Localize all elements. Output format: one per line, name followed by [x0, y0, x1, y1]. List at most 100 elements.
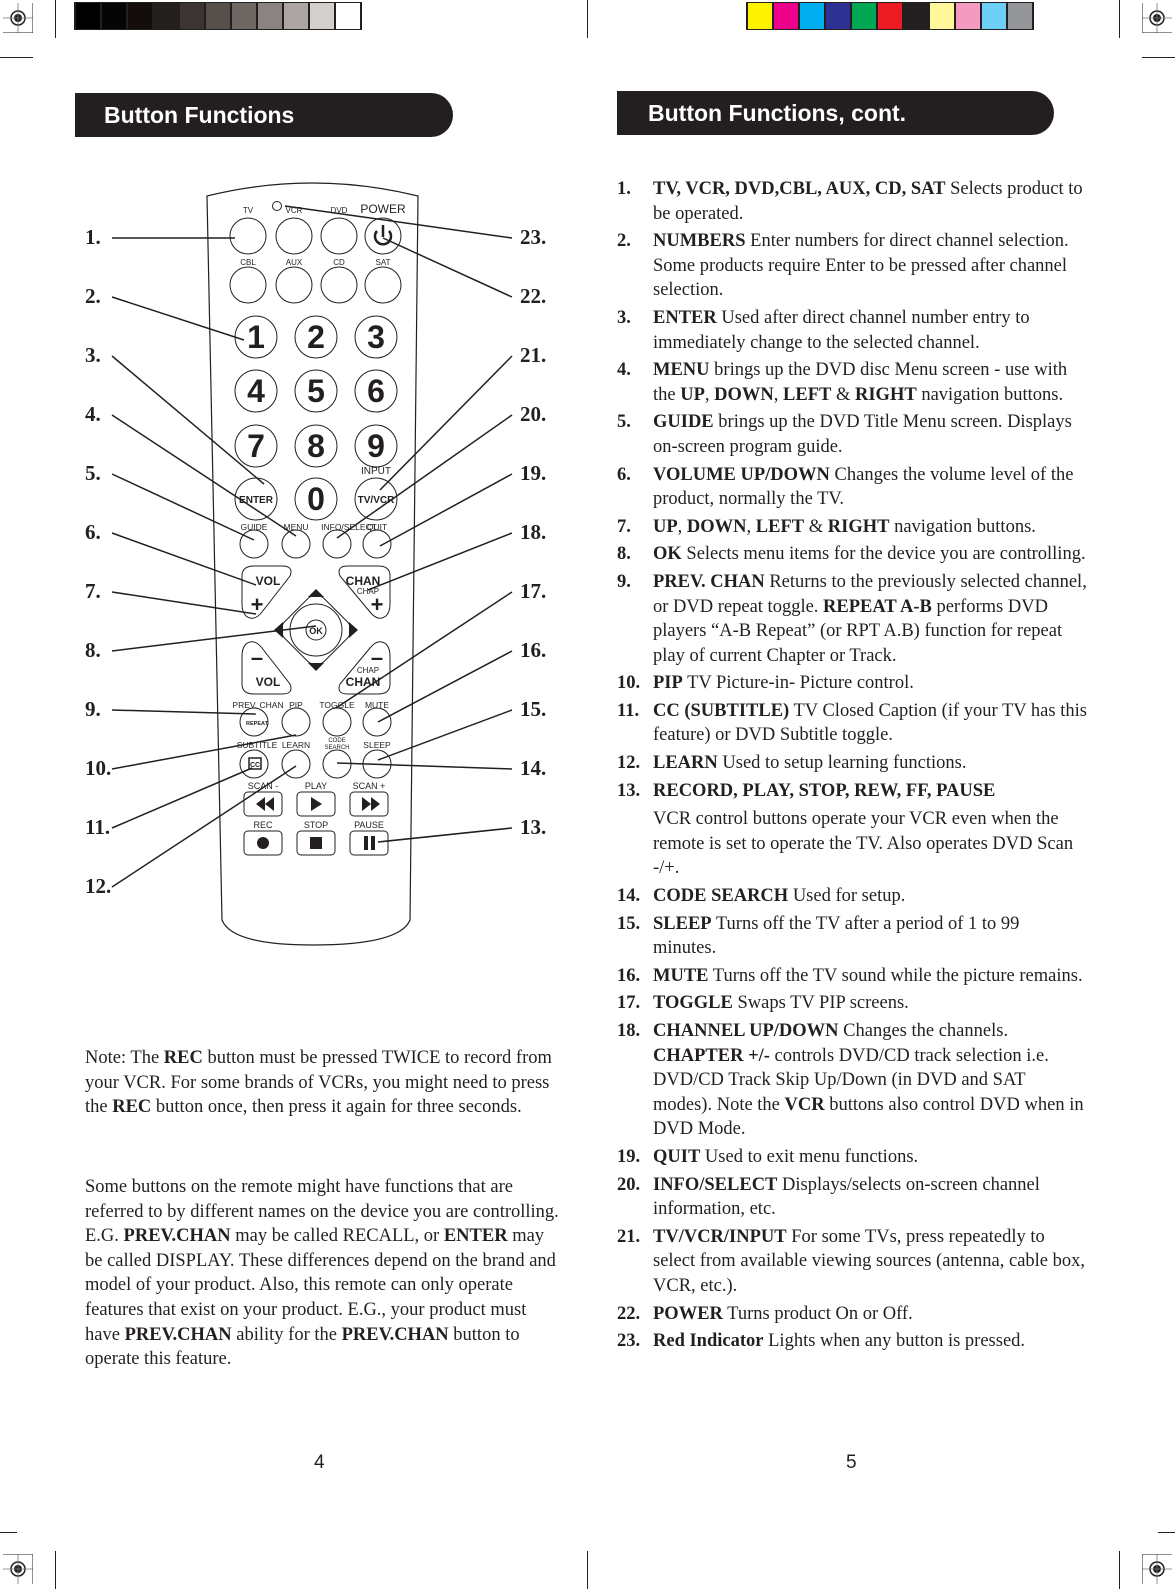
callout-number: 14.: [520, 756, 547, 780]
callout-number: 13.: [520, 815, 547, 839]
pause-button[interactable]: [349, 830, 389, 856]
item-number: 7.: [617, 516, 631, 537]
item-description: RECORD, PLAY, STOP, REW, FF, PAUSE VCR co…: [653, 780, 1074, 879]
function-list-item: 19. QUIT Used to exit menu functions.: [617, 1145, 1087, 1170]
quit-button[interactable]: [362, 529, 392, 559]
aux-button[interactable]: [275, 266, 313, 304]
callout-number: 19.: [520, 461, 547, 485]
item-number: 23.: [617, 1331, 641, 1352]
button-function-list: 1. TV, VCR, DVD,CBL, AUX, CD, SAT Selects…: [617, 177, 1087, 1357]
item-description: TOGGLE Swaps TV PIP screens.: [653, 993, 909, 1014]
callout-number: 22.: [520, 284, 547, 308]
item-number: 11.: [617, 700, 640, 721]
item-description: CHANNEL UP/DOWN Changes the channels. CH…: [653, 1021, 1084, 1140]
button-label: POWER: [360, 202, 406, 216]
alt-names-paragraph: Some buttons on the remote might have fu…: [85, 1177, 559, 1370]
item-number: 4.: [617, 360, 631, 381]
function-list-item: 14. CODE SEARCH Used for setup.: [617, 884, 1087, 909]
function-list-item: 1. TV, VCR, DVD,CBL, AUX, CD, SAT Selects…: [617, 177, 1087, 226]
function-list-item: 4. MENU brings up the DVD disc Menu scree…: [617, 358, 1087, 407]
callout-number: 4.: [85, 402, 101, 426]
item-number: 9.: [617, 571, 631, 592]
function-list-item: 21. TV/VCR/INPUT For some TVs, press repe…: [617, 1225, 1087, 1299]
pause-icon: [364, 836, 368, 850]
callout-number: 23.: [520, 225, 547, 249]
crop-mark: [1142, 57, 1175, 58]
item-description: QUIT Used to exit menu functions.: [653, 1146, 919, 1167]
menu-button[interactable]: [281, 529, 311, 559]
function-list-item: 8. OK Selects menu items for the device y…: [617, 542, 1087, 567]
button-label: ENTER: [239, 495, 274, 506]
item-number: 20.: [617, 1174, 641, 1195]
function-list-item: 10. PIP TV Picture-in- Picture control.: [617, 671, 1087, 696]
function-list-item: 15. SLEEP Turns off the TV after a period…: [617, 912, 1087, 961]
color-swatch: [748, 3, 772, 29]
learn-button[interactable]: [281, 749, 311, 779]
color-swatch: [774, 3, 798, 29]
item-number: 13.: [617, 780, 641, 801]
item-number: 17.: [617, 993, 641, 1014]
dvd-button[interactable]: [320, 217, 358, 255]
button-label: 3: [367, 319, 385, 355]
crop-mark: [1119, 1551, 1120, 1589]
sat-button[interactable]: [364, 266, 402, 304]
guide-button[interactable]: [239, 529, 269, 559]
button-label: CD: [333, 258, 345, 267]
button-label: +: [371, 592, 384, 617]
button-label: TV: [243, 206, 254, 215]
callout-number: 12.: [85, 874, 112, 898]
button-label: REC: [253, 820, 273, 830]
button-label: 5: [307, 373, 325, 409]
item-number: 6.: [617, 464, 631, 485]
pip-button[interactable]: [281, 707, 311, 737]
function-list-item: 16. MUTE Turns off the TV sound while the…: [617, 964, 1087, 989]
item-number: 22.: [617, 1303, 641, 1324]
item-number: 10.: [617, 673, 641, 694]
item-description: PREV. CHAN Returns to the previously sel…: [653, 571, 1087, 666]
info-select-button[interactable]: [322, 529, 352, 559]
item-description: NUMBERS Enter numbers for direct channel…: [653, 231, 1069, 301]
vcr-button[interactable]: [275, 217, 313, 255]
callout-number: 3.: [85, 343, 101, 367]
item-description: SLEEP Turns off the TV after a period of…: [653, 913, 1020, 959]
item-number: 2.: [617, 231, 631, 252]
item-number: 21.: [617, 1226, 641, 1247]
item-description: UP, DOWN, LEFT & RIGHT navigation button…: [653, 516, 1036, 537]
page-number-left: 4: [314, 1452, 325, 1473]
function-list-item: 5. GUIDE brings up the DVD Title Menu scr…: [617, 410, 1087, 459]
item-description: CODE SEARCH Used for setup.: [653, 886, 906, 907]
callout-number: 7.: [85, 579, 101, 603]
function-list-item: 11. CC (SUBTITLE) TV Closed Caption (if y…: [617, 699, 1087, 748]
button-label: VOL: [256, 675, 281, 689]
cd-button[interactable]: [320, 266, 358, 304]
color-swatch: [826, 3, 850, 29]
registration-mark-icon: [1142, 1554, 1172, 1584]
rec-note: Note: The REC button must be pressed TWI…: [85, 1048, 552, 1118]
button-label: 0: [307, 481, 325, 517]
stop-icon: [310, 837, 322, 849]
item-description: MENU brings up the DVD disc Menu screen …: [653, 360, 1068, 405]
function-list-item: 6. VOLUME UP/DOWN Changes the volume leve…: [617, 463, 1087, 512]
item-description: Red Indicator Lights when any button is …: [653, 1331, 1026, 1352]
toggle-button[interactable]: [322, 707, 352, 737]
callout-number: 17.: [520, 579, 547, 603]
crop-mark: [55, 1551, 56, 1589]
callout-number: 8.: [85, 638, 101, 662]
tv-button[interactable]: [229, 217, 267, 255]
item-number: 3.: [617, 307, 631, 328]
item-description: VOLUME UP/DOWN Changes the volume level …: [653, 464, 1074, 510]
item-number: 16.: [617, 965, 641, 986]
button-label: AUX: [286, 258, 303, 267]
color-swatch: [1008, 3, 1032, 29]
button-label: 9: [367, 428, 385, 464]
button-label: PLAY: [305, 781, 327, 791]
cbl-button[interactable]: [229, 266, 267, 304]
mute-button[interactable]: [362, 707, 392, 737]
item-number: 1.: [617, 179, 631, 199]
callout-number: 21.: [520, 343, 547, 367]
page-number-right: 5: [846, 1452, 857, 1473]
button-label: 2: [307, 319, 325, 355]
item-description: GUIDE brings up the DVD Title Menu scree…: [653, 412, 1072, 457]
item-description: POWER Turns product On or Off.: [653, 1303, 913, 1324]
record-icon: [257, 837, 269, 849]
